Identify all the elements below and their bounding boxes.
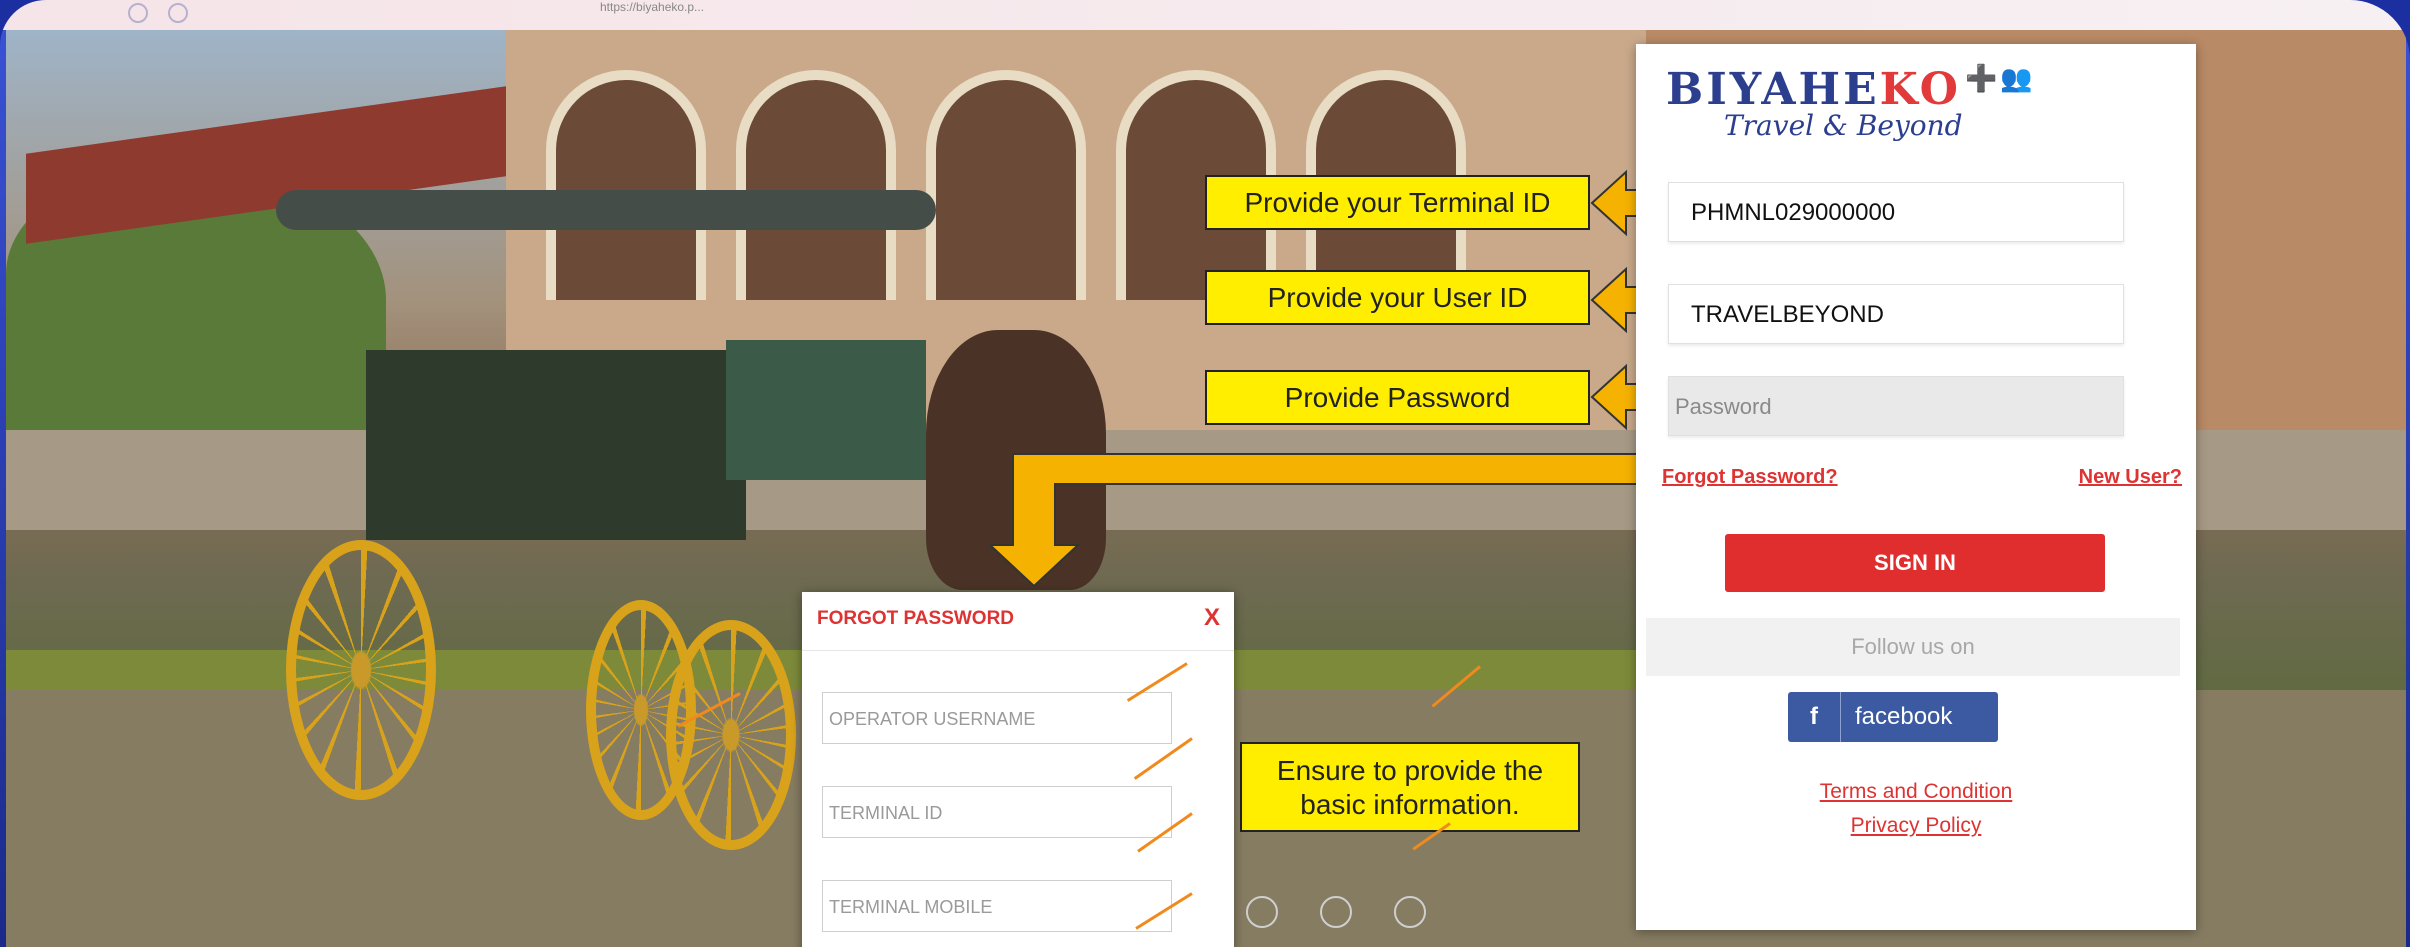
callout-password: Provide Password xyxy=(1205,370,1590,425)
login-panel: BIYAHEKO ➕👥 Travel & Beyond PHMNL02900000… xyxy=(1636,44,2196,930)
user-id-field[interactable]: TRAVELBEYOND xyxy=(1668,284,2124,344)
terms-link[interactable]: Terms and Condition xyxy=(1636,780,2196,804)
callout-basic-info: Ensure to provide the basic information. xyxy=(1240,742,1580,832)
dialog-divider xyxy=(802,650,1234,651)
password-field[interactable]: Password xyxy=(1668,376,2124,436)
callout-basic-info-line2: basic information. xyxy=(1300,789,1520,820)
close-button[interactable]: X xyxy=(1204,604,1220,632)
follow-us-label: Follow us on xyxy=(1646,618,2180,676)
address-bar[interactable]: https://biyaheko.p... xyxy=(600,0,704,14)
callout-terminal-id: Provide your Terminal ID xyxy=(1205,175,1590,230)
slide-dot[interactable] xyxy=(1246,896,1278,928)
dialog-title: FORGOT PASSWORD xyxy=(817,608,1015,629)
forgot-password-link[interactable]: Forgot Password? xyxy=(1662,466,1838,489)
terminal-mobile-input[interactable]: TERMINAL MOBILE xyxy=(822,880,1172,932)
terminal-id-field[interactable]: PHMNL029000000 xyxy=(1668,182,2124,242)
sign-in-button[interactable]: SIGN IN xyxy=(1725,534,2105,592)
slide-frame: https://biyaheko.p... Provide your Termi… xyxy=(0,0,2410,947)
logo: BIYAHEKO ➕👥 Travel & Beyond xyxy=(1666,64,2036,142)
new-user-link[interactable]: New User? xyxy=(2079,466,2182,489)
forgot-password-dialog: FORGOT PASSWORD X OPERATOR USERNAME TERM… xyxy=(802,592,1234,947)
facebook-icon: f xyxy=(1788,692,1841,742)
operator-username-input[interactable]: OPERATOR USERNAME xyxy=(822,692,1172,744)
callout-basic-info-line1: Ensure to provide the xyxy=(1276,755,1544,786)
terminal-id-input[interactable]: TERMINAL ID xyxy=(822,786,1172,838)
users-icon: ➕👥 xyxy=(1965,64,2036,94)
browser-bar: https://biyaheko.p... xyxy=(0,0,2410,30)
facebook-label: facebook xyxy=(1855,703,1953,730)
elbow-arrow-icon xyxy=(990,453,1640,588)
privacy-link[interactable]: Privacy Policy xyxy=(1636,814,2196,838)
slide-dot[interactable] xyxy=(1320,896,1352,928)
browser-icon xyxy=(168,3,188,23)
facebook-button[interactable]: f facebook xyxy=(1788,692,1998,742)
callout-user-id: Provide your User ID xyxy=(1205,270,1590,325)
slide-dot[interactable] xyxy=(1394,896,1426,928)
browser-icon xyxy=(128,3,148,23)
